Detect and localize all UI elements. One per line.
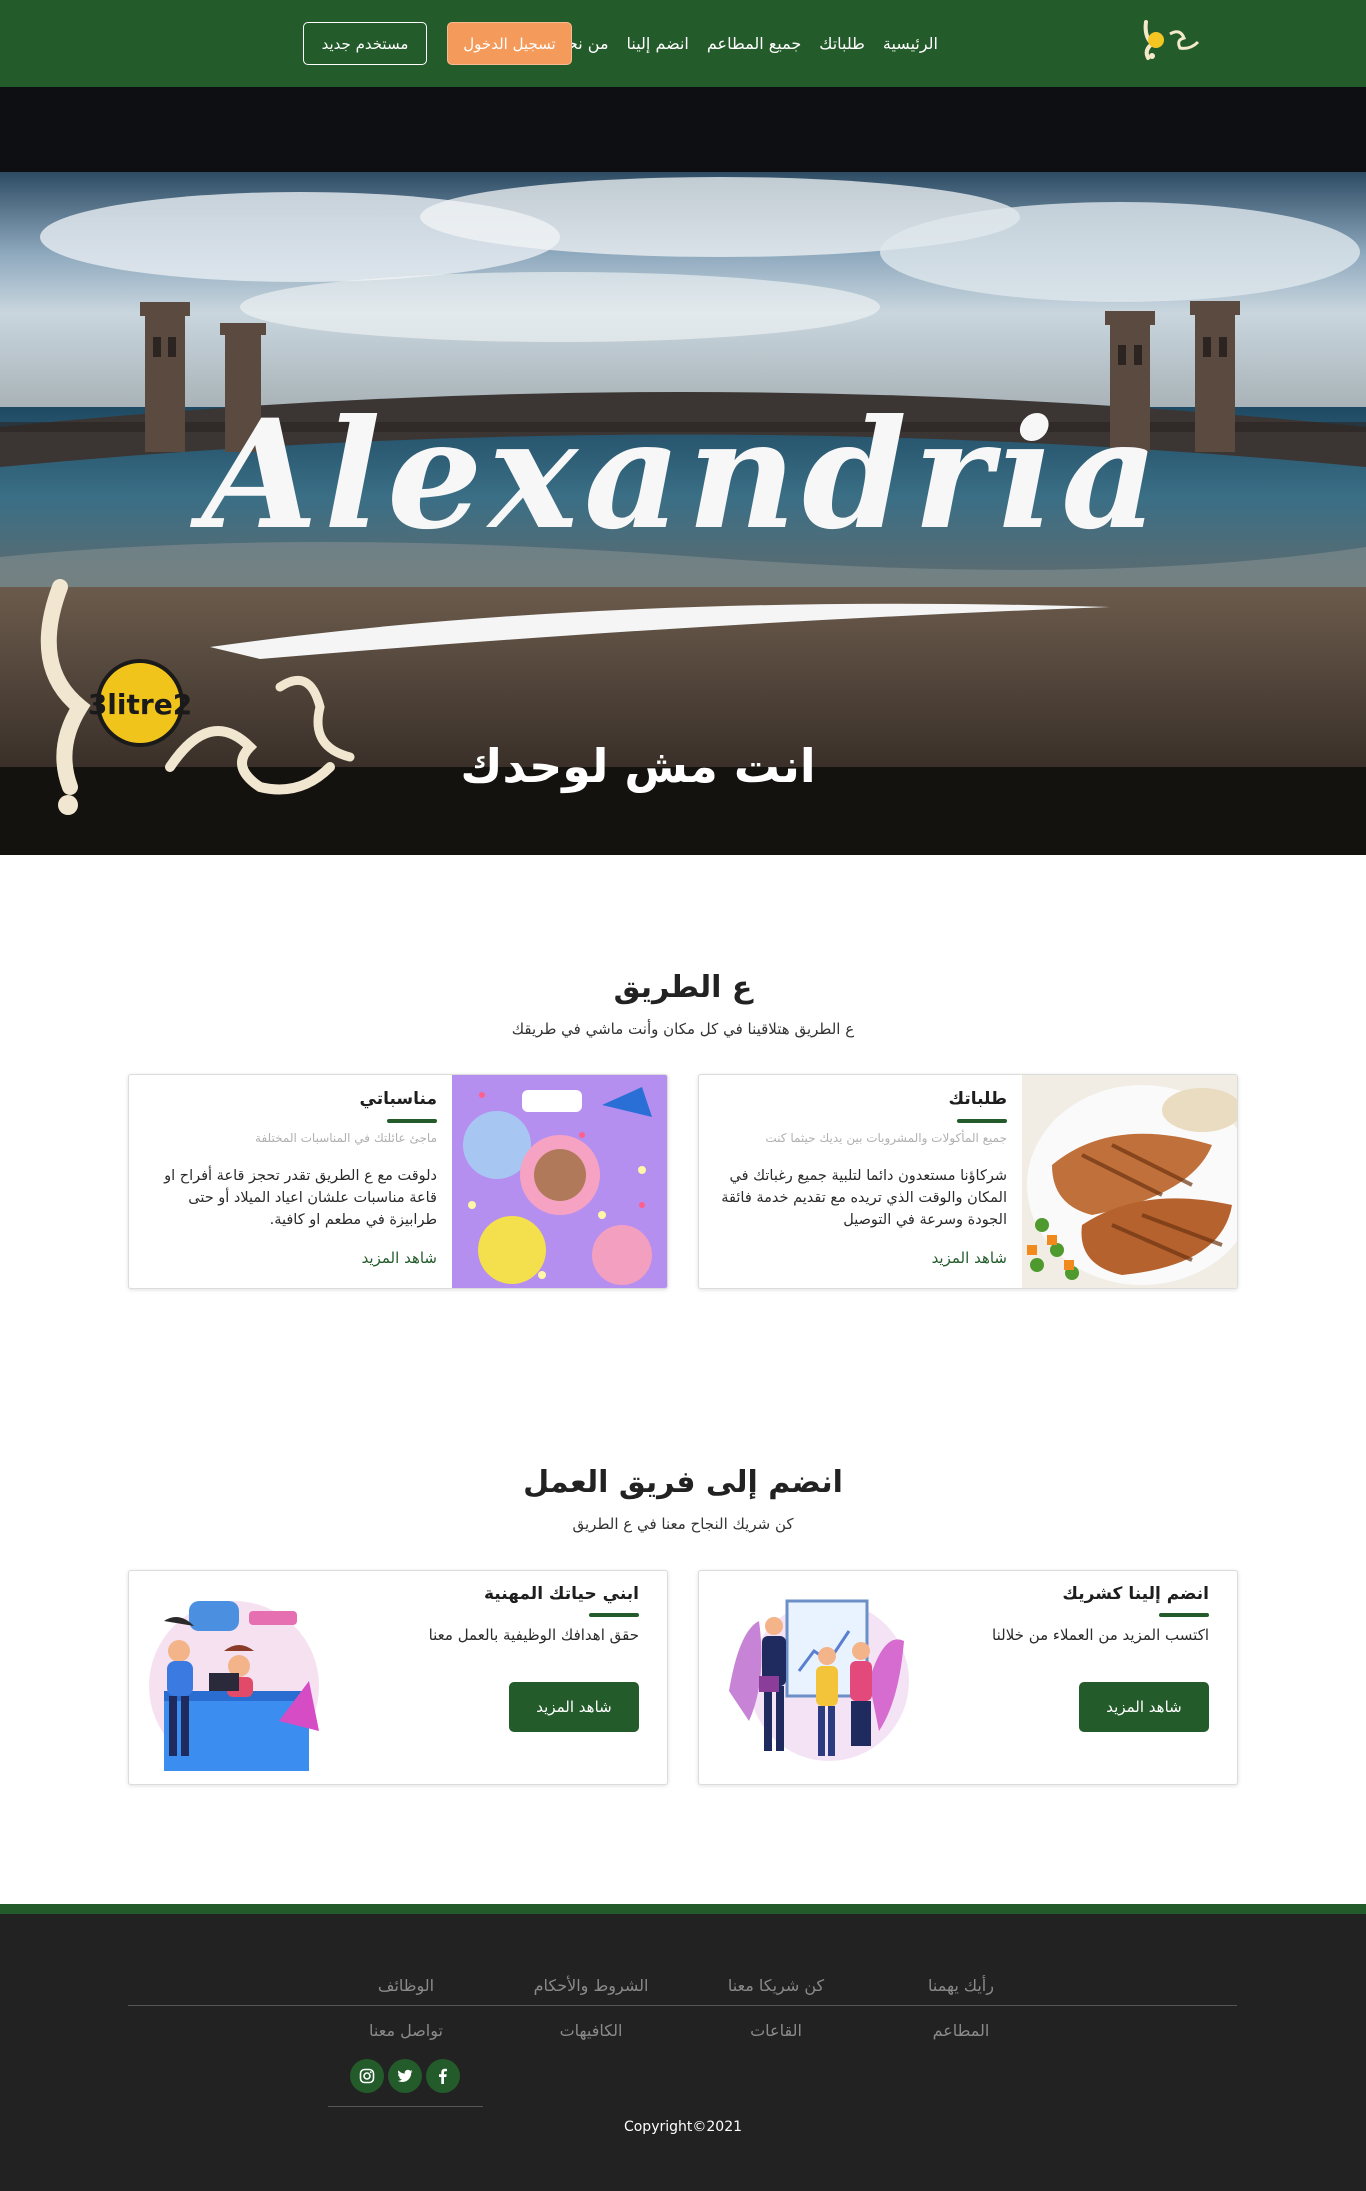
footer-link-halls[interactable]: القاعات [706, 2021, 846, 2040]
nav-join-us[interactable]: انضم إلينا [627, 34, 689, 53]
footer-top-bar [0, 1904, 1366, 1914]
twitter-icon[interactable] [388, 2059, 422, 2093]
footer-link-feedback[interactable]: رأيك يهمنا [891, 1976, 1031, 1995]
footer-link-partner[interactable]: كن شريكا معنا [706, 1976, 846, 1995]
career-card: ابني حياتك المهنية حقق اهدافك الوظيفية ب… [128, 1570, 668, 1785]
footer-link-restaurants[interactable]: المطاعم [891, 2021, 1031, 2040]
title-underline [957, 1119, 1007, 1123]
footer-divider [128, 2005, 1237, 2006]
navbar: الرئيسية طلباتك جميع المطاعم انضم إلينا … [0, 0, 1366, 87]
join-title: انضم إلى فريق العمل [523, 1465, 843, 1500]
footer-link-jobs[interactable]: الوظائف [336, 1976, 476, 1995]
copyright-text: Copyright©2021 [623, 2119, 743, 2135]
grilled-chicken-image [1022, 1075, 1237, 1288]
card-title: ابني حياتك المهنية [484, 1584, 639, 1604]
partner-see-more-button[interactable]: شاهد المزيد [1079, 1682, 1209, 1732]
hero-banner: Alexandria 3litre2 انت مش لوحدك [0, 87, 1366, 855]
hero-tagline: انت مش لوحدك [460, 739, 816, 793]
about-title: ع الطريق [613, 970, 753, 1005]
occasions-see-more-link[interactable]: شاهد المزيد [362, 1249, 437, 1267]
card-description: اكتسب المزيد من العملاء من خلالنا [992, 1626, 1209, 1644]
auth-buttons: مستخدم جديد تسجيل الدخول [303, 22, 572, 65]
card-description: شركاؤنا مستعدون دائما لتلبية جميع رغباتك… [721, 1168, 1007, 1228]
card-description: دلوقت مع ع الطريق تقدر تحجز قاعة أفراح ا… [164, 1168, 437, 1228]
card-caption: جميع المأكولات والمشروبات بين يديك حيثما… [765, 1131, 1007, 1145]
footer-link-cafes[interactable]: الكافيهات [521, 2021, 661, 2040]
nav-home[interactable]: الرئيسية [883, 34, 938, 53]
occasions-card-body: مناسباتي ماجئ عائلتك في المناسبات المختل… [147, 1075, 437, 1288]
career-see-more-button[interactable]: شاهد المزيد [509, 1682, 639, 1732]
partners-illustration [729, 1599, 909, 1761]
social-divider [328, 2106, 483, 2107]
card-description: حقق اهدافك الوظيفية بالعمل معنا [428, 1626, 639, 1644]
main-nav: الرئيسية طلباتك جميع المطاعم انضم إلينا … [556, 0, 938, 87]
card-caption: ماجئ عائلتك في المناسبات المختلفة [255, 1131, 437, 1145]
orders-see-more-link[interactable]: شاهد المزيد [932, 1249, 1007, 1267]
footer-link-contact[interactable]: تواصل معنا [336, 2021, 476, 2040]
title-underline [589, 1613, 639, 1617]
orders-card: طلباتك جميع المأكولات والمشروبات بين يدي… [698, 1074, 1238, 1289]
nav-orders[interactable]: طلباتك [819, 34, 865, 53]
hero-logo-badge: 3litre2 [88, 688, 192, 721]
partner-card: انضم إلينا كشريك اكتسب المزيد من العملاء… [698, 1570, 1238, 1785]
join-subtitle: كن شريك النجاح معنا في ع الطريق [572, 1515, 794, 1533]
orders-card-body: طلباتك جميع المأكولات والمشروبات بين يدي… [717, 1075, 1007, 1288]
hero-script-text: Alexandria [190, 387, 1165, 563]
login-button[interactable]: تسجيل الدخول [447, 22, 572, 65]
instagram-icon[interactable] [350, 2059, 384, 2093]
title-underline [387, 1119, 437, 1123]
occasions-card: مناسباتي ماجئ عائلتك في المناسبات المختل… [128, 1074, 668, 1289]
birthday-party-image [452, 1075, 667, 1288]
title-underline [1159, 1613, 1209, 1617]
facebook-icon[interactable] [426, 2059, 460, 2093]
footer: رأيك يهمنا كن شريكا معنا الشروط والأحكام… [0, 1914, 1366, 2191]
about-subtitle: ع الطريق هتلاقينا في كل مكان وأنت ماشي ف… [511, 1020, 855, 1038]
career-card-body: ابني حياتك المهنية حقق اهدافك الوظيفية ب… [349, 1571, 639, 1784]
brand-logo[interactable] [1140, 16, 1204, 68]
card-title: انضم إلينا كشريك [1062, 1584, 1209, 1604]
register-button[interactable]: مستخدم جديد [303, 22, 427, 65]
card-title: مناسباتي [359, 1089, 437, 1109]
partner-card-body: انضم إلينا كشريك اكتسب المزيد من العملاء… [919, 1571, 1209, 1784]
career-illustration [149, 1601, 319, 1771]
card-title: طلباتك [948, 1089, 1008, 1109]
footer-link-terms[interactable]: الشروط والأحكام [521, 1976, 661, 1995]
nav-all-restaurants[interactable]: جميع المطاعم [707, 34, 801, 53]
